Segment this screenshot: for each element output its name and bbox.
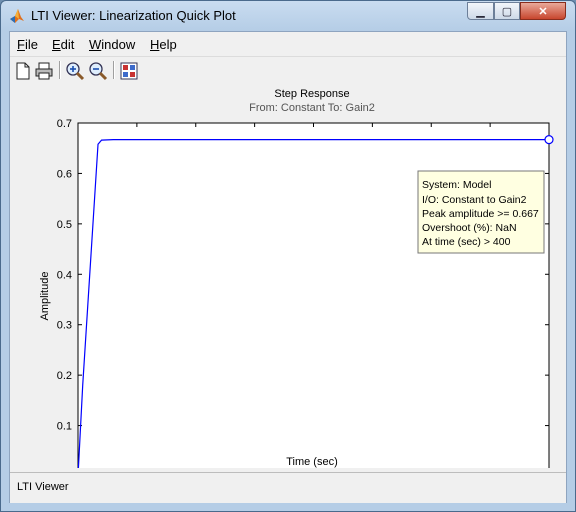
- menu-file[interactable]: File: [17, 37, 38, 52]
- title-bar[interactable]: LTI Viewer: Linearization Quick Plot ▁ ▢…: [1, 1, 575, 31]
- datatip-line: I/O: Constant to Gain2: [422, 194, 527, 206]
- status-text: LTI Viewer: [17, 481, 69, 493]
- plot-configurations-icon[interactable]: [118, 60, 140, 82]
- datatip-line: Peak amplitude >= 0.667: [422, 208, 539, 220]
- zoom-in-icon[interactable]: [64, 60, 86, 82]
- y-tick-label: 0.4: [57, 269, 72, 281]
- menu-help-accel: H: [150, 37, 160, 52]
- matlab-logo-icon: [10, 9, 24, 23]
- datatip-line: Overshoot (%): NaN: [422, 222, 517, 234]
- y-tick-label: 0.1: [57, 421, 72, 433]
- step-response-chart[interactable]: Step Response From: Constant To: Gain2 0…: [10, 84, 566, 493]
- menu-window-accel: W: [89, 37, 102, 52]
- close-icon: ✕: [538, 5, 548, 18]
- client-area: File Edit Window Help Step Response From…: [9, 31, 567, 503]
- y-tick-label: 0.5: [57, 219, 72, 231]
- print-icon[interactable]: [33, 60, 55, 82]
- toolbar: [10, 56, 566, 85]
- figure-area: Step Response From: Constant To: Gain2 0…: [10, 84, 566, 493]
- window-title: LTI Viewer: Linearization Quick Plot: [31, 8, 236, 23]
- toolbar-separator: [113, 61, 115, 79]
- menu-edit[interactable]: Edit: [52, 37, 74, 52]
- menu-edit-label: dit: [60, 37, 75, 52]
- menu-bar: File Edit Window Help: [10, 32, 566, 56]
- peak-marker: [544, 135, 554, 145]
- maximize-icon: ▢: [501, 5, 513, 18]
- lti-viewer-window: LTI Viewer: Linearization Quick Plot ▁ ▢…: [0, 0, 576, 512]
- zoom-out-icon[interactable]: [87, 60, 109, 82]
- menu-window-label: indow: [101, 37, 136, 52]
- datatip-line: System: Model: [422, 179, 491, 191]
- chart-subtitle: From: Constant To: Gain2: [249, 102, 375, 114]
- y-tick-label: 0.6: [57, 168, 72, 180]
- menu-edit-accel: E: [52, 37, 61, 52]
- new-document-icon[interactable]: [12, 60, 34, 82]
- toolbar-separator: [59, 61, 61, 79]
- menu-file-accel: F: [17, 37, 25, 52]
- menu-help[interactable]: Help: [150, 37, 177, 52]
- chart-title: Step Response: [274, 88, 349, 100]
- datatip[interactable]: System: Model I/O: Constant to Gain2 Pea…: [417, 170, 545, 254]
- y-tick-label: 0.3: [57, 320, 72, 332]
- y-tick-label: 0.7: [57, 118, 72, 130]
- menu-file-label: ile: [24, 37, 38, 52]
- minimize-icon: ▁: [476, 5, 485, 18]
- y-axis-label: Amplitude: [39, 272, 51, 321]
- datatip-line: At time (sec) > 400: [422, 236, 511, 248]
- maximize-button[interactable]: ▢: [494, 2, 520, 20]
- minimize-button[interactable]: ▁: [467, 2, 494, 20]
- x-axis-label: Time (sec): [286, 456, 338, 468]
- y-tick-label: 0.2: [57, 370, 72, 382]
- menu-window[interactable]: Window: [89, 37, 135, 52]
- status-bar: LTI Viewer: [10, 472, 566, 503]
- menu-help-label: elp: [159, 37, 177, 52]
- close-button[interactable]: ✕: [520, 2, 566, 20]
